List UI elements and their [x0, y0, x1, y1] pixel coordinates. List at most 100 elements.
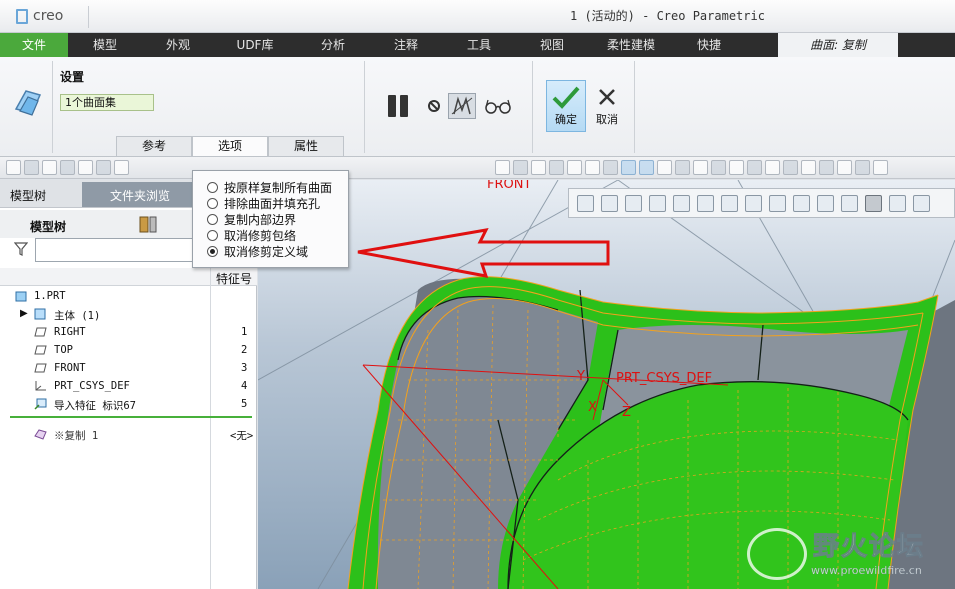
undo-arrow-icon[interactable] [711, 160, 726, 175]
tree-row[interactable]: RIGHT 1 [0, 324, 257, 342]
csys-label[interactable]: PRT_CSYS_DEF [616, 371, 712, 386]
tab-surface-copy[interactable]: 曲面: 复制 [778, 33, 898, 57]
tab-folder-browser[interactable]: 文件夹浏览 [82, 182, 192, 207]
tab-udf-library[interactable]: UDF库 [214, 33, 296, 57]
close-window-icon[interactable] [819, 160, 834, 175]
saved-orientations-icon[interactable] [697, 194, 714, 212]
datum-axes-toggle-icon[interactable] [793, 194, 810, 212]
appearance-ball-icon[interactable] [693, 160, 708, 175]
tree-settings-tools-icon[interactable] [138, 214, 160, 234]
tree-row[interactable]: 导入特征 标识67 5 [0, 396, 257, 414]
radio-button[interactable] [207, 213, 218, 225]
tree-row[interactable]: ▶ 主体 (1) [0, 306, 257, 324]
tab-model-tree[interactable]: 模型树 [10, 187, 46, 204]
tab-appearance[interactable]: 外观 [142, 33, 214, 57]
tree-row[interactable]: FRONT 3 [0, 360, 257, 378]
print-icon[interactable] [60, 160, 75, 175]
plane-tag-toggle-icon[interactable] [865, 194, 882, 212]
radio-button-selected[interactable] [207, 245, 218, 257]
paste-icon[interactable] [801, 160, 816, 175]
verify-glasses-icon[interactable] [484, 97, 512, 115]
copy-surface-icon [34, 429, 47, 440]
copy-icon[interactable] [783, 160, 798, 175]
zoom-out-icon[interactable] [625, 194, 642, 212]
creo-logo-text: creo [33, 8, 64, 24]
new-icon[interactable] [6, 160, 21, 175]
tab-file[interactable]: 文件 [0, 33, 68, 57]
tab-properties[interactable]: 属性 [268, 136, 344, 156]
csys-display-icon[interactable] [567, 160, 582, 175]
shading-icon[interactable] [621, 160, 636, 175]
option-copy-all-surfaces[interactable]: 按原样复制所有曲面 [207, 179, 332, 195]
surface-set-collector[interactable]: 1个曲面集 [60, 94, 154, 111]
tab-analysis[interactable]: 分析 [296, 33, 370, 57]
tree-row[interactable]: TOP 2 [0, 342, 257, 360]
tab-flexible-modeling[interactable]: 柔性建模 [588, 33, 674, 57]
settings-label: 设置 [60, 70, 85, 84]
datum-display-icon[interactable] [495, 160, 510, 175]
cancel-button[interactable]: 取消 [592, 85, 622, 133]
select-icon[interactable] [657, 160, 672, 175]
annotation-toggle-icon[interactable] [889, 194, 906, 212]
tab-tools[interactable]: 工具 [442, 33, 516, 57]
tab-view[interactable]: 视图 [516, 33, 588, 57]
preview-toggle-button[interactable] [448, 93, 476, 119]
radio-button[interactable] [207, 181, 218, 193]
plane-display-icon[interactable] [513, 160, 528, 175]
datum-planes-toggle-icon[interactable] [769, 194, 786, 212]
radio-button[interactable] [207, 229, 218, 241]
open-icon[interactable] [24, 160, 39, 175]
regenerate-icon[interactable] [78, 160, 93, 175]
redo-arrow-icon[interactable] [729, 160, 744, 175]
refit-icon[interactable] [577, 194, 594, 212]
no-preview-icon[interactable] [428, 100, 440, 112]
axis-display-icon[interactable] [531, 160, 546, 175]
repaint-icon[interactable] [649, 194, 666, 212]
option-exclude-and-fill[interactable]: 排除曲面并填充孔 [207, 195, 320, 211]
original-icon[interactable] [855, 160, 870, 175]
zoom-in-icon[interactable] [601, 194, 618, 212]
save-icon[interactable] [42, 160, 57, 175]
tab-options[interactable]: 选项 [192, 136, 268, 156]
shading-edges-icon[interactable] [639, 160, 654, 175]
tree-search-input[interactable] [35, 238, 197, 262]
perspective-view-icon[interactable] [745, 194, 762, 212]
option-copy-inside-boundary[interactable]: 复制内部边界 [207, 211, 296, 227]
undo-icon[interactable] [114, 160, 129, 175]
pan-hand-icon[interactable] [675, 160, 690, 175]
dashboard-panel-tabs: 参考 选项 属性 [116, 136, 344, 156]
radio-button[interactable] [207, 197, 218, 209]
tab-shortcuts[interactable]: 快捷 [674, 33, 744, 57]
spin-center-toggle-icon[interactable] [913, 194, 930, 212]
pause-button[interactable] [388, 95, 410, 117]
tree-row[interactable]: 1.PRT [0, 288, 257, 306]
tree-row[interactable]: ※复制 1 <无> [0, 426, 257, 444]
option-label: 取消修剪包络 [224, 228, 297, 243]
window-icon[interactable] [96, 160, 111, 175]
filter-icon[interactable] [14, 242, 28, 256]
tab-model[interactable]: 模型 [68, 33, 142, 57]
view-manager-icon[interactable] [721, 194, 738, 212]
tree-row-label: 导入特征 标识67 [54, 400, 136, 412]
feature-icon[interactable] [765, 160, 780, 175]
tab-references[interactable]: 参考 [116, 136, 192, 156]
ok-button[interactable]: 确定 [546, 80, 586, 132]
point-display-toggle-icon[interactable] [817, 194, 834, 212]
point-display-icon[interactable] [549, 160, 564, 175]
option-untrim-envelope[interactable]: 取消修剪包络 [207, 227, 296, 243]
regenerate-model-icon[interactable] [747, 160, 762, 175]
csys-display-toggle-icon[interactable] [841, 194, 858, 212]
annotation-display-icon[interactable] [585, 160, 600, 175]
options-icon[interactable] [873, 160, 888, 175]
tree-row[interactable]: PRT_CSYS_DEF 4 [0, 378, 257, 396]
option-label: 按原样复制所有曲面 [224, 180, 333, 195]
datum-plane-front-label[interactable]: FRONT [487, 180, 531, 192]
expand-arrow-icon[interactable]: ▶ [20, 308, 28, 319]
tab-annotate[interactable]: 注释 [370, 33, 442, 57]
insert-here-indicator[interactable] [10, 416, 252, 418]
switch-window-icon[interactable] [837, 160, 852, 175]
column-feature-id[interactable]: 特征号 [216, 270, 252, 287]
option-untrim-domain[interactable]: 取消修剪定义域 [207, 243, 308, 259]
spin-center-icon[interactable] [603, 160, 618, 175]
display-style-icon[interactable] [673, 194, 690, 212]
